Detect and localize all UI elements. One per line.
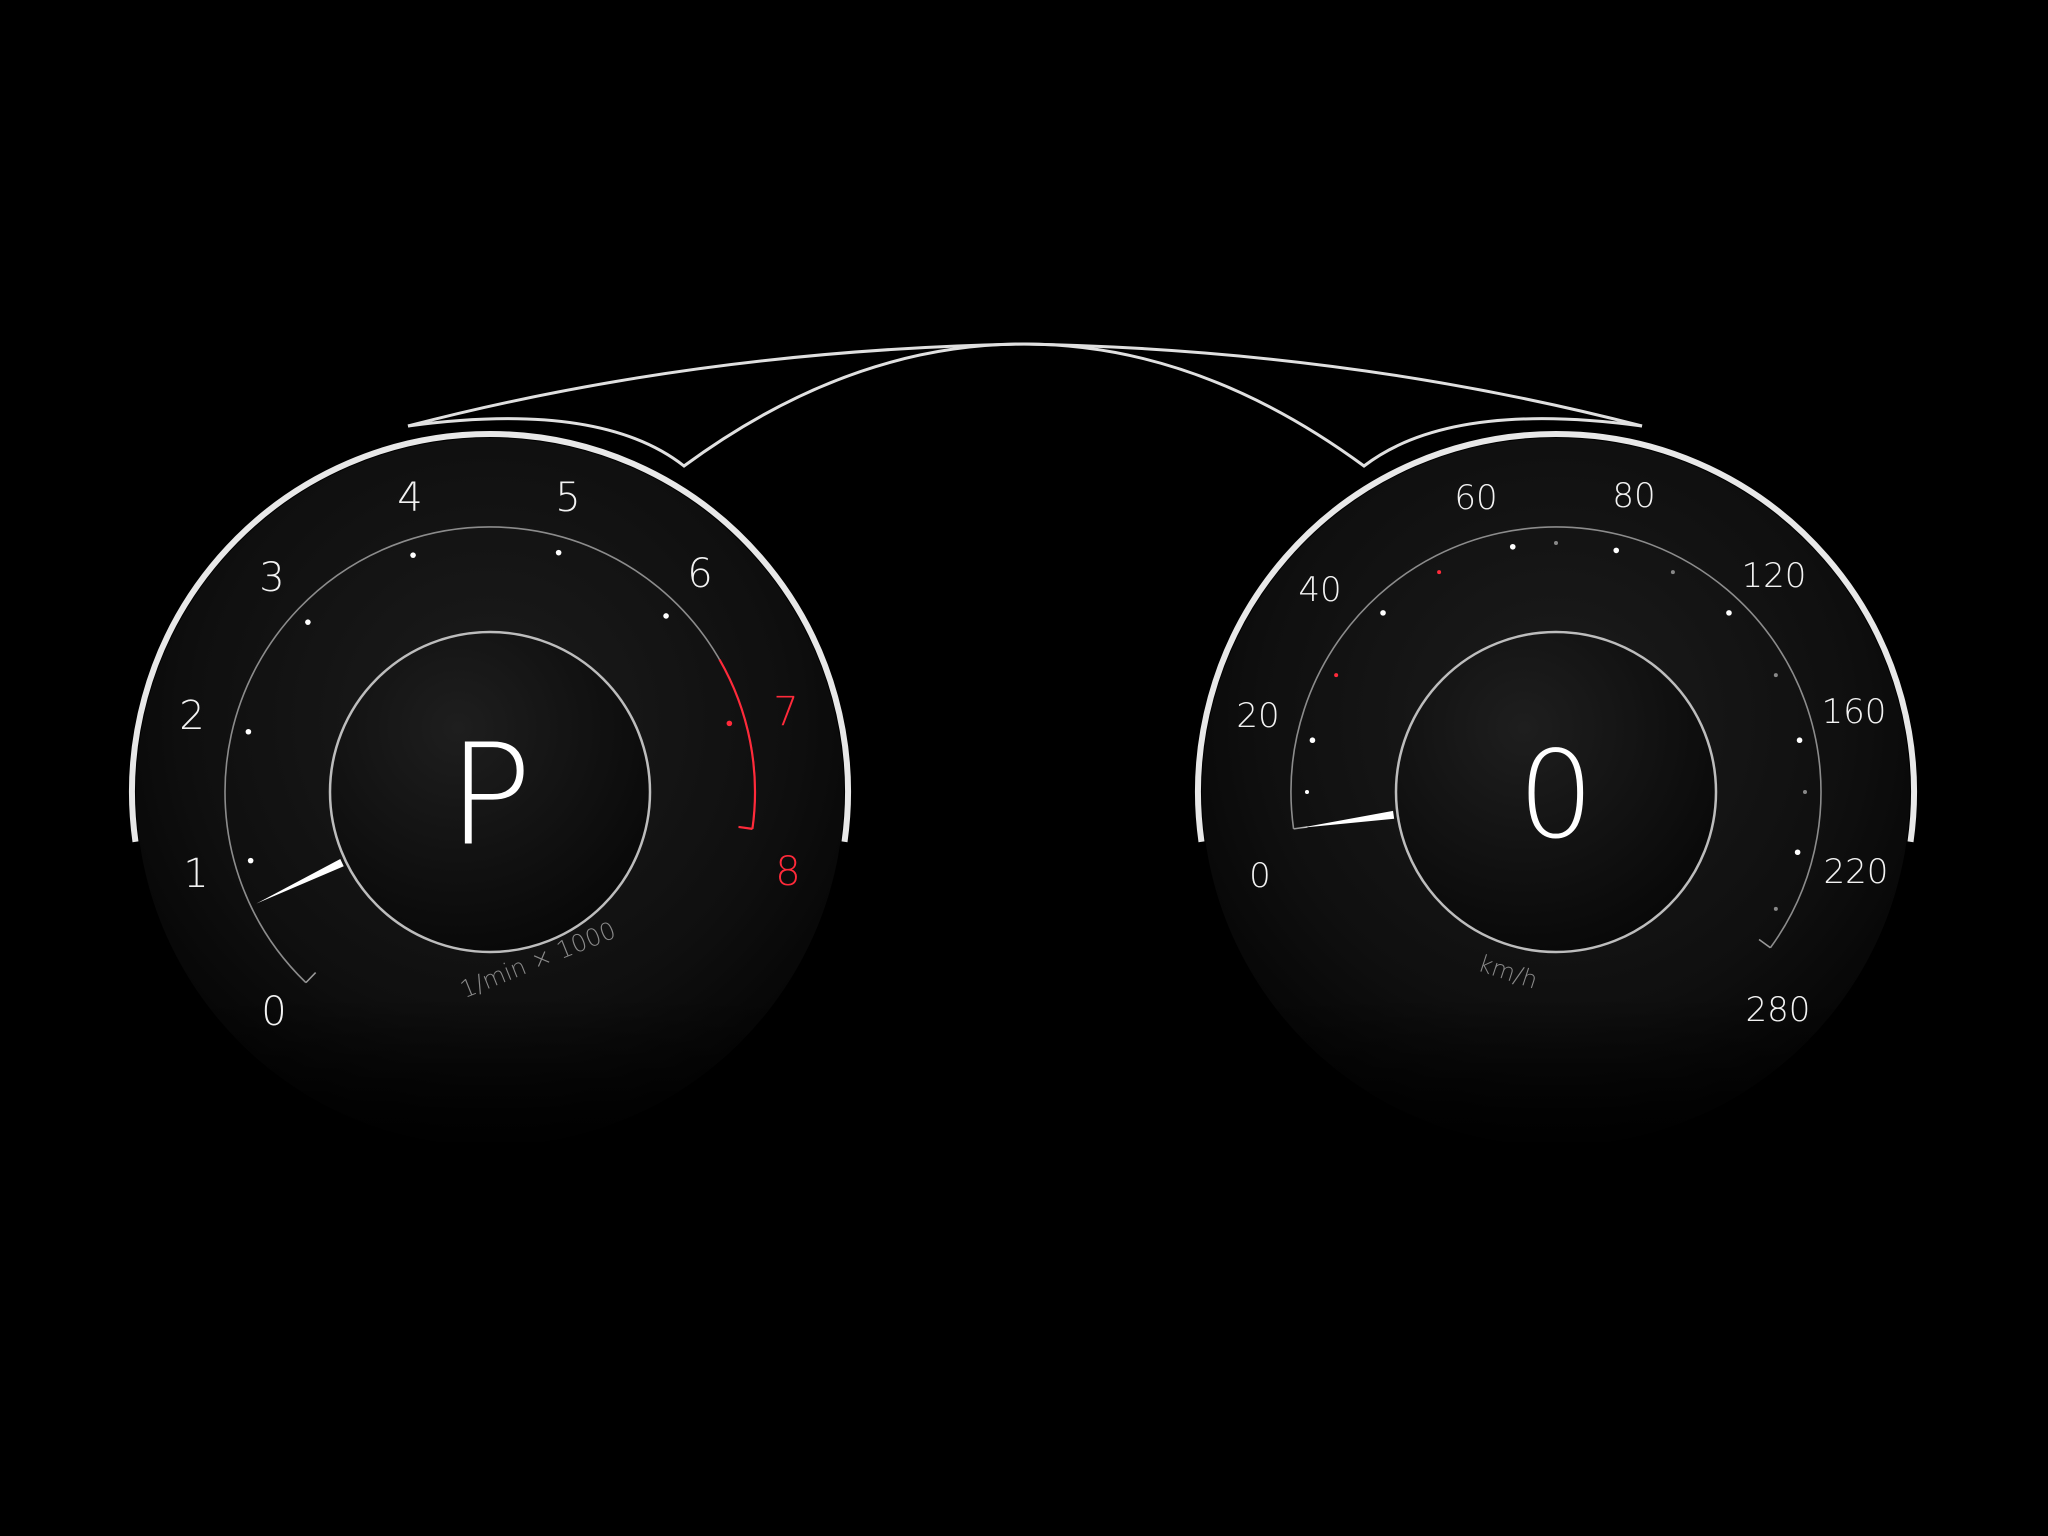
tacho-tick-dot xyxy=(247,857,254,864)
speedo-tick-label: 120 xyxy=(1742,556,1807,596)
tacho-tick-label: 4 xyxy=(397,475,422,521)
speedo-tick-dot xyxy=(1796,737,1803,744)
tacho-tick-label: 1 xyxy=(183,851,208,897)
speedo-tick-label: 80 xyxy=(1612,476,1655,516)
speedo-tick-label: 160 xyxy=(1822,692,1887,732)
speedo-tick-dot xyxy=(1309,737,1316,744)
speedo-tick-label: 220 xyxy=(1824,852,1889,892)
cluster-canvas: 01234 5678P1/min × 1000 0204060 8012016022… xyxy=(124,342,1922,1158)
speedo-tick-dot xyxy=(1509,543,1516,550)
tacho-tick-label: 7 xyxy=(773,689,798,735)
speedo-tick-dot xyxy=(1803,790,1807,794)
tacho-tick-dot xyxy=(305,619,311,625)
tacho-tick-dot xyxy=(726,720,733,727)
speedo-tick-dot xyxy=(1305,790,1309,794)
tacho-tick-label: 3 xyxy=(259,555,284,601)
speedo-tick-dot xyxy=(1773,673,1778,678)
speedo-tick-dot xyxy=(1334,673,1339,678)
speedo-tick-dot xyxy=(1726,610,1732,616)
tacho-tick-label: 8 xyxy=(775,849,800,895)
tacho-tick-label: 2 xyxy=(179,693,204,739)
tacho-tick-dot xyxy=(410,552,416,558)
speedo-tick-dot xyxy=(1794,849,1801,856)
speedometer: 0204060 801201602202800km/h xyxy=(1190,426,1922,1158)
instrument-cluster: 0 1 2 3 4 5 6 7 8 P 1/min × 1000 0 20 40 60 80 120 160 22… xyxy=(0,0,2048,1536)
speedo-tick-dot xyxy=(1613,547,1620,554)
speedo-tick-label: 60 xyxy=(1454,478,1497,518)
speedo-tick-dot xyxy=(1437,570,1442,575)
speedo-tick-dot xyxy=(1773,906,1778,911)
tacho-tick-label: 0 xyxy=(261,989,286,1035)
speedo-tick-dot xyxy=(1380,610,1386,616)
speedo-tick-dot xyxy=(1670,570,1675,575)
tacho-tick-dot xyxy=(245,728,252,735)
tacho-tick-dot xyxy=(663,613,669,619)
speedo-tick-label: 0 xyxy=(1249,856,1271,896)
tacho-center-readout: P xyxy=(448,715,532,878)
tacho-tick-dot xyxy=(555,549,562,556)
tachometer: 01234 5678P1/min × 1000 xyxy=(124,426,856,1158)
speedo-center-readout: 0 xyxy=(1518,727,1594,866)
speedo-tick-label: 280 xyxy=(1746,990,1811,1030)
speedo-tick-label: 40 xyxy=(1298,570,1341,610)
speedo-tick-label: 20 xyxy=(1236,696,1279,736)
tacho-tick-label: 5 xyxy=(555,475,580,521)
tacho-tick-label: 6 xyxy=(687,551,712,597)
speedo-tick-dot xyxy=(1554,541,1558,545)
